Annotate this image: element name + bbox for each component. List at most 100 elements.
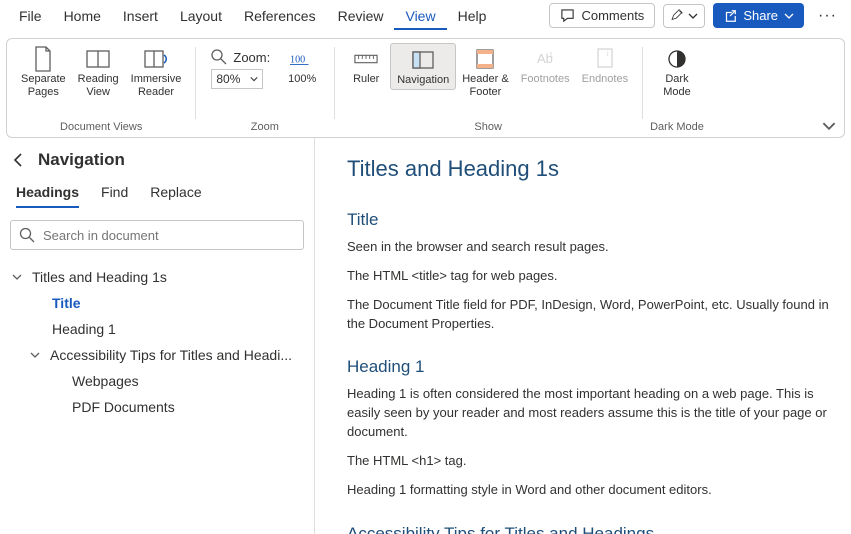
doc-paragraph: The HTML <title> tag for web pages. bbox=[347, 267, 831, 286]
ribbon-collapse-button[interactable] bbox=[822, 119, 836, 133]
doc-paragraph: Seen in the browser and search result pa… bbox=[347, 238, 831, 257]
search-input[interactable] bbox=[43, 228, 295, 243]
zoom-100-label: 100% bbox=[288, 73, 316, 86]
menu-view[interactable]: View bbox=[394, 2, 446, 30]
endnotes-icon: i bbox=[593, 47, 617, 71]
ribbon-group-show: Ruler Navigation Header &Footer Ab1 Foot… bbox=[334, 39, 642, 137]
hundred-icon: 100 bbox=[290, 47, 314, 71]
menu-help[interactable]: Help bbox=[447, 2, 498, 30]
menu-file[interactable]: File bbox=[8, 2, 53, 30]
menu-insert[interactable]: Insert bbox=[112, 2, 169, 30]
footnotes-icon: Ab1 bbox=[533, 47, 557, 71]
reading-view-label: ReadingView bbox=[78, 73, 119, 98]
group-label-show: Show bbox=[474, 121, 502, 135]
share-button[interactable]: Share bbox=[713, 3, 804, 28]
navigation-pane: Navigation Headings Find Replace Titles … bbox=[0, 138, 315, 534]
menu-references[interactable]: References bbox=[233, 2, 327, 30]
tree-label: Title bbox=[52, 295, 81, 311]
zoom-value: 80% bbox=[216, 72, 240, 86]
navigation-icon bbox=[411, 48, 435, 72]
dark-mode-button[interactable]: DarkMode bbox=[653, 43, 701, 100]
chevron-down-icon bbox=[30, 350, 44, 360]
editing-mode-button[interactable] bbox=[663, 4, 705, 28]
zoom-select[interactable]: 80% bbox=[211, 69, 263, 89]
svg-text:100: 100 bbox=[290, 55, 305, 66]
ribbon: SeparatePages ReadingView ImmersiveReade… bbox=[6, 38, 845, 138]
ribbon-group-darkmode: DarkMode Dark Mode bbox=[642, 39, 712, 137]
footnotes-button[interactable]: Ab1 Footnotes bbox=[515, 43, 576, 88]
doc-heading-tips: Accessibility Tips for Titles and Headin… bbox=[347, 524, 831, 534]
doc-paragraph: The Document Title field for PDF, InDesi… bbox=[347, 296, 831, 334]
group-label-document-views: Document Views bbox=[60, 121, 142, 135]
tree-label: PDF Documents bbox=[72, 399, 175, 415]
navigation-label: Navigation bbox=[397, 74, 449, 87]
menu-review[interactable]: Review bbox=[327, 2, 395, 30]
zoom-icon bbox=[211, 49, 227, 65]
tree-item-tips[interactable]: Accessibility Tips for Titles and Headi.… bbox=[10, 342, 304, 368]
endnotes-label: Endnotes bbox=[582, 73, 628, 86]
dark-mode-label: DarkMode bbox=[663, 73, 691, 98]
reading-view-button[interactable]: ReadingView bbox=[72, 43, 125, 100]
svg-text:1: 1 bbox=[549, 52, 553, 59]
ruler-button[interactable]: Ruler bbox=[342, 43, 390, 88]
page-icon bbox=[31, 47, 55, 71]
tree-item-title[interactable]: Title bbox=[10, 290, 304, 316]
search-icon bbox=[19, 227, 35, 243]
tree-label: Heading 1 bbox=[52, 321, 116, 337]
pen-icon bbox=[670, 9, 684, 23]
chevron-down-icon bbox=[688, 11, 698, 21]
immersive-reader-label: ImmersiveReader bbox=[131, 73, 182, 98]
dark-mode-icon bbox=[665, 47, 689, 71]
sidebar-title: Navigation bbox=[38, 150, 125, 170]
document-view[interactable]: Titles and Heading 1s Title Seen in the … bbox=[315, 138, 851, 534]
separate-pages-label: SeparatePages bbox=[21, 73, 66, 98]
group-label-zoom: Zoom bbox=[251, 121, 279, 135]
main-area: Navigation Headings Find Replace Titles … bbox=[0, 138, 851, 534]
group-label-darkmode: Dark Mode bbox=[650, 121, 704, 135]
svg-text:i: i bbox=[607, 51, 609, 58]
book-icon bbox=[86, 47, 110, 71]
share-label: Share bbox=[743, 8, 778, 23]
zoom-100-button[interactable]: 100 100% bbox=[278, 43, 326, 88]
back-arrow-icon[interactable] bbox=[10, 151, 28, 169]
chevron-down-icon bbox=[250, 75, 258, 83]
tree-label: Accessibility Tips for Titles and Headi.… bbox=[50, 347, 292, 363]
endnotes-button[interactable]: i Endnotes bbox=[576, 43, 634, 88]
tab-headings[interactable]: Headings bbox=[16, 184, 79, 208]
tree-label: Webpages bbox=[72, 373, 139, 389]
menu-home[interactable]: Home bbox=[53, 2, 112, 30]
tree-item-root[interactable]: Titles and Heading 1s bbox=[10, 264, 304, 290]
tree-item-pdf[interactable]: PDF Documents bbox=[10, 394, 304, 420]
footnotes-label: Footnotes bbox=[521, 73, 570, 86]
ruler-icon bbox=[354, 47, 378, 71]
immersive-reader-button[interactable]: ImmersiveReader bbox=[125, 43, 188, 100]
more-button[interactable]: ··· bbox=[812, 3, 843, 29]
tree-item-heading1[interactable]: Heading 1 bbox=[10, 316, 304, 342]
tab-find[interactable]: Find bbox=[101, 184, 128, 208]
menu-bar: File Home Insert Layout References Revie… bbox=[0, 0, 851, 32]
navigation-button[interactable]: Navigation bbox=[390, 43, 456, 90]
doc-paragraph: Heading 1 formatting style in Word and o… bbox=[347, 481, 831, 500]
separate-pages-button[interactable]: SeparatePages bbox=[15, 43, 72, 100]
doc-paragraph: Heading 1 is often considered the most i… bbox=[347, 385, 831, 442]
header-footer-icon bbox=[473, 47, 497, 71]
header-footer-label: Header &Footer bbox=[462, 73, 508, 98]
ruler-label: Ruler bbox=[353, 73, 379, 86]
ribbon-group-zoom: Zoom: 80% 100 100% Zoom bbox=[195, 39, 334, 137]
doc-heading-h1: Heading 1 bbox=[347, 357, 831, 377]
header-footer-button[interactable]: Header &Footer bbox=[456, 43, 514, 100]
zoom-title: Zoom: bbox=[233, 50, 270, 65]
tab-replace[interactable]: Replace bbox=[150, 184, 201, 208]
ribbon-group-document-views: SeparatePages ReadingView ImmersiveReade… bbox=[7, 39, 195, 137]
search-box[interactable] bbox=[10, 220, 304, 250]
menu-layout[interactable]: Layout bbox=[169, 2, 233, 30]
comments-button[interactable]: Comments bbox=[549, 3, 655, 28]
chevron-down-icon bbox=[12, 272, 26, 282]
share-icon bbox=[723, 9, 737, 23]
immersive-icon bbox=[144, 47, 168, 71]
tree-label: Titles and Heading 1s bbox=[32, 269, 167, 285]
sidebar-tabs: Headings Find Replace bbox=[10, 184, 304, 208]
tree-item-webpages[interactable]: Webpages bbox=[10, 368, 304, 394]
comments-label: Comments bbox=[581, 8, 644, 23]
doc-paragraph: The HTML <h1> tag. bbox=[347, 452, 831, 471]
